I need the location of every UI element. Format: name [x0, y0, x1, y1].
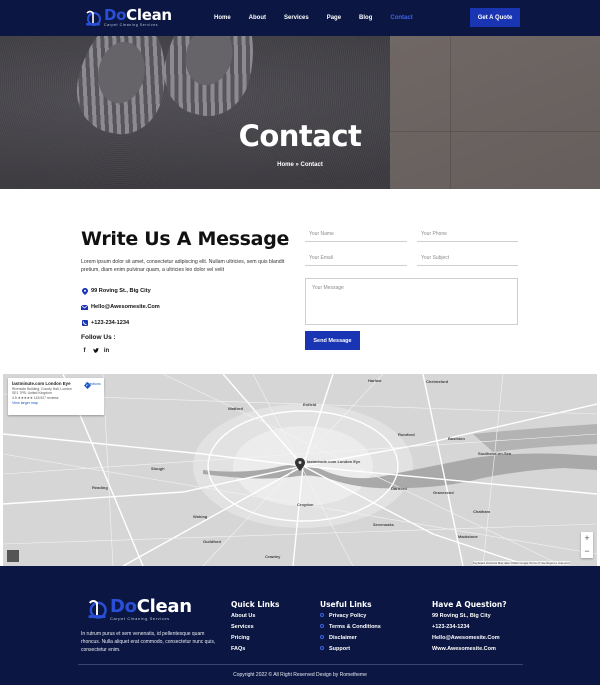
map-place-card: lastminute.com London Eye Riverside Buil…: [8, 378, 104, 415]
map-label: Maidstone: [458, 534, 478, 539]
contact-phone[interactable]: +123-234-1234: [81, 319, 129, 327]
nav-home[interactable]: Home: [214, 15, 231, 21]
name-input[interactable]: [305, 227, 407, 242]
contact-intro: Lorem ipsum dolor sit amet, consectetur …: [81, 259, 285, 273]
email-input[interactable]: [305, 251, 407, 266]
nav-contact[interactable]: Contact: [390, 15, 412, 21]
nav-services[interactable]: Services: [284, 15, 309, 21]
bullet-icon: [320, 634, 324, 639]
facebook-icon[interactable]: f: [81, 348, 88, 355]
site-header: DoClean Carpet Cleaning Services Home Ab…: [0, 0, 600, 36]
hero-banner: Contact Home » Contact: [0, 36, 600, 189]
footer-email[interactable]: Hello@Awesomesite.Com: [432, 635, 500, 641]
breadcrumb: Home » Contact: [277, 162, 323, 168]
footer-phone[interactable]: +123-234-1234: [432, 624, 469, 630]
map-label: Croydon: [297, 502, 314, 507]
have-a-question-heading: Have A Question?: [432, 600, 507, 609]
map-label: Reading: [92, 485, 108, 490]
footer-logo[interactable]: DoClean Carpet Cleaning Services: [86, 597, 192, 621]
bullet-icon: [320, 623, 324, 628]
place-address: Riverside Building, County Hall, London …: [12, 387, 72, 395]
subject-input[interactable]: [417, 251, 518, 266]
map-label: Dartford: [391, 486, 407, 491]
footer-link-disclaimer[interactable]: Disclaimer: [320, 634, 357, 641]
nav-blog[interactable]: Blog: [359, 15, 372, 21]
map-label: Guildford: [203, 539, 221, 544]
directions-button[interactable]: Directions: [84, 382, 102, 389]
map-label: Chatham: [473, 509, 491, 514]
footer-link-services[interactable]: Services: [231, 624, 254, 630]
twitter-icon[interactable]: [92, 348, 99, 355]
logo-name-part2: Clean: [126, 6, 172, 25]
phone-input[interactable]: [417, 227, 518, 242]
mail-icon: [81, 304, 88, 311]
nav-page[interactable]: Page: [327, 15, 341, 21]
bullet-icon: [320, 612, 324, 617]
map-label: Sevenoaks: [373, 522, 394, 527]
place-rating: 4.5 ★★★★★ 145,927 reviews: [12, 396, 59, 400]
map-label: Basildon: [448, 436, 465, 441]
social-links: f in: [81, 348, 114, 355]
map-label: Southend-on-Sea: [478, 451, 512, 456]
zoom-out-button[interactable]: −: [581, 545, 593, 558]
footer-link-faqs[interactable]: FAQs: [231, 646, 245, 652]
email-text[interactable]: Hello@Awesomesite.Com: [91, 304, 160, 310]
bullet-icon: [320, 645, 324, 650]
map-label: Watford: [228, 406, 243, 411]
map-label: Gravesend: [433, 490, 454, 495]
vacuum-logo-icon: [86, 10, 101, 26]
directions-icon: [84, 382, 91, 389]
map-label: Slough: [151, 466, 165, 471]
zoom-in-button[interactable]: +: [581, 532, 593, 545]
useful-links-heading: Useful Links: [320, 600, 372, 609]
map-label: Romford: [398, 432, 415, 437]
footer-logo-name-part2: Clean: [136, 595, 192, 617]
quick-links-heading: Quick Links: [231, 600, 280, 609]
message-textarea[interactable]: [305, 278, 518, 325]
site-footer: [0, 566, 600, 685]
map-label: Chelmsford: [426, 379, 449, 384]
logo-name-part1: Do: [104, 6, 127, 25]
google-map[interactable]: lastminute.com London Eye Harlow Watford…: [3, 374, 597, 566]
linkedin-icon[interactable]: in: [103, 348, 110, 355]
map-label: Harlow: [368, 378, 382, 383]
follow-us-label: Follow Us :: [81, 334, 116, 341]
main-nav: Home About Services Page Blog Contact: [214, 0, 431, 36]
nav-about[interactable]: About: [249, 15, 266, 21]
footer-divider: [78, 664, 523, 665]
footer-link-about-us[interactable]: About Us: [231, 613, 255, 619]
footer-logo-tagline: Carpet Cleaning Services: [110, 615, 170, 621]
map-label: Crawley: [265, 554, 281, 559]
footer-link-terms[interactable]: Terms & Conditions: [320, 623, 381, 630]
page-title: Contact: [238, 119, 362, 153]
contact-email[interactable]: Hello@Awesomesite.Com: [81, 303, 160, 311]
footer-link-privacy-policy[interactable]: Privacy Policy: [320, 612, 366, 619]
map-attribution[interactable]: Keyboard shortcuts Map data ©2022 Google…: [473, 561, 570, 565]
street-view-icon[interactable]: [7, 550, 19, 562]
logo-tagline: Carpet Cleaning Services: [104, 23, 159, 28]
map-label: Woking: [193, 514, 208, 519]
vacuum-logo-icon: [88, 600, 107, 619]
map-label: Enfield: [303, 402, 317, 407]
phone-icon: [81, 320, 88, 327]
footer-website[interactable]: Www.Awesomesite.Com: [432, 646, 496, 652]
copyright-text: Copyright 2022 © All Right Reserved Desi…: [233, 672, 367, 678]
map-zoom-controls: + −: [581, 532, 593, 558]
footer-about-text: In rutrum purus et sem venenatis, id pel…: [81, 631, 216, 653]
map-pin-icon: [81, 287, 88, 295]
site-logo[interactable]: DoClean Carpet Cleaning Services: [84, 5, 172, 31]
footer-link-support[interactable]: Support: [320, 645, 350, 652]
map-pin-label: lastminute.com London Eye: [307, 459, 361, 464]
view-larger-map-link[interactable]: View larger map: [12, 401, 100, 405]
footer-link-pricing[interactable]: Pricing: [231, 635, 250, 641]
get-quote-button[interactable]: Get A Quote: [470, 8, 520, 27]
send-message-button[interactable]: Send Message: [305, 331, 360, 350]
footer-logo-name-part1: Do: [110, 595, 137, 617]
footer-address: 99 Roving St., Big City: [432, 613, 491, 619]
contact-address: 99 Roving St., Big City: [81, 287, 151, 295]
address-text: 99 Roving St., Big City: [91, 288, 151, 294]
contact-heading: Write Us A Message: [81, 228, 290, 250]
phone-text[interactable]: +123-234-1234: [91, 320, 129, 326]
